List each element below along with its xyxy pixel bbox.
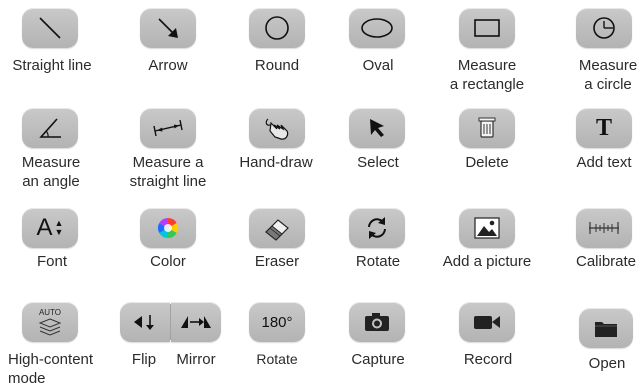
- round-button[interactable]: [249, 8, 305, 48]
- text-icon: T: [595, 114, 612, 141]
- measure-rectangle-button[interactable]: [459, 8, 515, 48]
- delete-label: Delete: [465, 154, 509, 171]
- add-text-button[interactable]: T: [576, 108, 632, 148]
- oval-icon: [361, 18, 393, 38]
- hand-draw-label: Hand-draw: [239, 154, 313, 171]
- rotate-180-icon: 180°: [261, 313, 293, 331]
- mirror-button[interactable]: [171, 302, 221, 342]
- measure-straight-line-button[interactable]: [140, 108, 196, 148]
- measure-circle-button[interactable]: [576, 8, 632, 48]
- eraser-label: Eraser: [254, 253, 300, 270]
- measure-rectangle-label: Measure a rectangle: [449, 57, 525, 93]
- rectangle-icon: [474, 19, 500, 37]
- circle-icon: [265, 16, 289, 40]
- calibrate-label: Calibrate: [575, 253, 637, 270]
- straight-line-label: Straight line: [12, 57, 92, 74]
- rotate-label: Rotate: [355, 253, 401, 270]
- camera-icon: [365, 313, 389, 331]
- calibrate-button[interactable]: [576, 208, 632, 248]
- video-icon: [474, 316, 500, 329]
- capture-label: Capture: [351, 351, 405, 368]
- flip-label: Flip: [131, 351, 157, 368]
- add-picture-button[interactable]: [459, 208, 515, 248]
- high-content-mode-button[interactable]: AUTO: [22, 302, 78, 342]
- font-label: Font: [36, 253, 68, 270]
- angle-icon: [39, 118, 61, 138]
- font-up-down-glyph: ▲ ▼: [54, 218, 64, 237]
- color-button[interactable]: [140, 208, 196, 248]
- arrow-icon: [158, 18, 178, 38]
- add-text-label: Add text: [576, 154, 632, 171]
- font-button[interactable]: A ▲ ▼: [22, 208, 78, 248]
- add-picture-label: Add a picture: [442, 253, 532, 270]
- rotate-180-label: Rotate: [256, 351, 298, 367]
- capture-button[interactable]: [349, 302, 405, 342]
- mirror-label: Mirror: [176, 351, 216, 368]
- auto-text: AUTO: [38, 307, 62, 317]
- arrow-button[interactable]: [140, 8, 196, 48]
- font-glyph: A: [36, 214, 53, 241]
- eraser-button[interactable]: [249, 208, 305, 248]
- measure-angle-button[interactable]: [22, 108, 78, 148]
- open-button[interactable]: [579, 308, 633, 348]
- flip-icon: [134, 315, 154, 330]
- hand-draw-button[interactable]: [249, 108, 305, 148]
- measure-angle-label: Measure an angle: [21, 154, 81, 190]
- rotate-button[interactable]: [349, 208, 405, 248]
- oval-label: Oval: [362, 57, 394, 74]
- round-label: Round: [254, 57, 300, 74]
- delete-button[interactable]: [459, 108, 515, 148]
- flip-button[interactable]: [120, 302, 170, 342]
- measure-circle-label: Measure a circle: [578, 57, 638, 93]
- layers-icon: [38, 317, 62, 336]
- select-label: Select: [357, 154, 399, 171]
- straight-line-button[interactable]: [22, 8, 78, 48]
- folder-icon: [595, 322, 617, 337]
- rotate-180-button[interactable]: 180°: [249, 302, 305, 342]
- calibrate-icon: [589, 222, 619, 234]
- hand-icon: [265, 118, 289, 140]
- line-icon: [39, 17, 61, 39]
- record-button[interactable]: [459, 302, 515, 342]
- cursor-icon: [370, 119, 384, 137]
- record-label: Record: [463, 351, 513, 368]
- mirror-icon: [181, 316, 211, 328]
- trash-icon: [478, 117, 496, 138]
- high-content-mode-label: High-content mode: [8, 351, 94, 387]
- open-label: Open: [588, 355, 626, 372]
- color-wheel-icon: [157, 217, 179, 239]
- eraser-icon: [265, 219, 289, 241]
- select-button[interactable]: [349, 108, 405, 148]
- measure-straight-line-label: Measure a straight line: [129, 154, 207, 190]
- ruler-line-icon: [153, 119, 183, 137]
- circle-measure-icon: [593, 17, 615, 39]
- color-label: Color: [150, 253, 186, 270]
- oval-button[interactable]: [349, 8, 405, 48]
- rotate-icon: [368, 217, 386, 239]
- image-icon: [474, 217, 500, 239]
- font-size-icon: A ▲ ▼: [37, 214, 64, 242]
- arrow-label: Arrow: [148, 57, 188, 74]
